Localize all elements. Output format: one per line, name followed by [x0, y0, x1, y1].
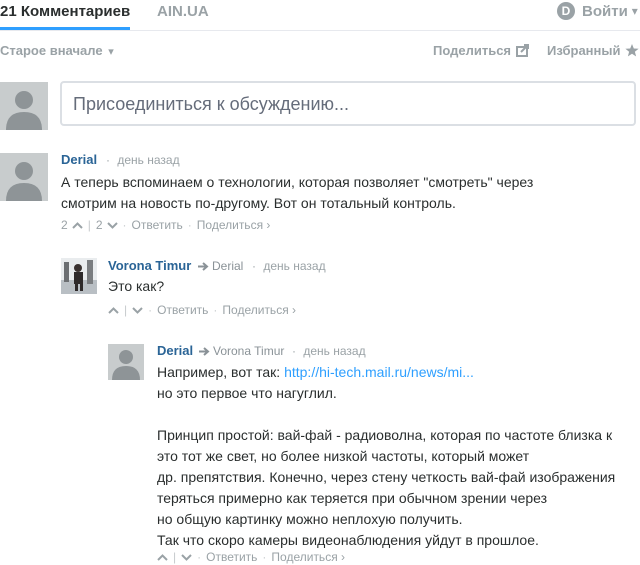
comment-input-placeholder: Присоединиться к обсуждению... [73, 94, 350, 114]
meta-separator: · [122, 218, 127, 232]
comment-author[interactable]: Vorona Timur [108, 258, 191, 273]
sort-dropdown[interactable]: Старое вначале ▾ [0, 43, 114, 58]
comment-line: смотрим на новость по-другому. Вот он то… [61, 195, 456, 211]
reply-button[interactable]: Ответить [132, 218, 183, 232]
comment-actions: 2 | 2 · Ответить · Поделиться › [61, 218, 270, 232]
disqus-logo-icon: D [557, 2, 575, 20]
upvote-icon[interactable] [157, 553, 168, 561]
favorite-button[interactable]: Избранный [547, 43, 640, 58]
downvote-icon[interactable] [132, 306, 143, 314]
comment-line: это тот же свет, но более низкой частоты… [157, 448, 530, 464]
comment-body: Это как? [108, 276, 164, 297]
upvote-icon [71, 221, 83, 229]
comment-line: но общую картинку можно неплохую получит… [157, 511, 463, 527]
reply-arrow-icon [198, 261, 209, 271]
comment-line: др. препятствия. Конечно, через стену че… [157, 469, 616, 485]
avatar [0, 82, 48, 130]
timestamp-text: день назад [117, 153, 180, 167]
link-prefix: Например, вот так: [157, 364, 285, 380]
comment-timestamp[interactable]: · день назад [252, 259, 326, 273]
meta-separator: · [292, 344, 296, 358]
chevron-down-icon: ▾ [108, 46, 114, 58]
comment-line: Например, вот так: http://hi-tech.mail.r… [157, 362, 615, 383]
chevron-down-icon: ▾ [631, 4, 638, 18]
downvote-icon [106, 221, 118, 229]
meta-separator: · [197, 550, 202, 564]
comment-timestamp[interactable]: · день назад [292, 344, 366, 358]
share-comment-button[interactable]: Поделиться › [197, 218, 271, 232]
comment-body: А теперь вспоминаем о технологии, котора… [61, 172, 533, 214]
avatar-photo[interactable] [61, 258, 97, 294]
meta-separator: · [213, 303, 218, 317]
meta-separator: · [106, 153, 110, 167]
upvote-button[interactable]: 2 [61, 218, 83, 232]
reply-arrow-icon [199, 346, 210, 356]
comment-actions: | · Ответить · Поделиться › [108, 303, 296, 317]
comment-line: А теперь вспоминаем о технологии, котора… [61, 174, 534, 190]
reply-button[interactable]: Ответить [206, 550, 257, 564]
meta-separator: · [262, 550, 267, 564]
comment-line: Принцип простой: вай-фай - радиоволна, к… [157, 427, 613, 443]
comment-line: теряться примерно как теряется при обычн… [157, 490, 548, 506]
share-comment-button[interactable]: Поделиться › [222, 303, 296, 317]
comment-line: Так что скоро камеры видеонаблюдения уйд… [157, 532, 539, 548]
reply-to-link[interactable]: Vorona Timur [199, 344, 284, 358]
comment-body: Например, вот так: http://hi-tech.mail.r… [157, 362, 615, 551]
vote-divider: | [124, 303, 128, 317]
reply-to-name: Derial [212, 259, 244, 273]
tab-site[interactable]: AIN.UA [157, 3, 209, 20]
login-label: Войти [582, 2, 628, 20]
comment-author[interactable]: Derial [61, 152, 97, 167]
tab-comments[interactable]: 21 Комментариев [0, 3, 130, 20]
share-comment-button[interactable]: Поделиться › [271, 550, 345, 564]
comment-line: Это как? [108, 278, 165, 294]
share-icon [516, 44, 530, 57]
timestamp-text: день назад [303, 344, 366, 358]
nav-divider [0, 30, 640, 31]
vote-divider: | [87, 218, 91, 232]
sort-label: Старое вначале [0, 43, 103, 58]
star-icon [625, 44, 640, 57]
downvote-icon[interactable] [181, 553, 192, 561]
comment-line: но это первое что нагуглил. [157, 385, 337, 401]
comment-timestamp[interactable]: · день назад [106, 153, 180, 167]
reply-button[interactable]: Ответить [157, 303, 208, 317]
comment-author[interactable]: Derial [157, 343, 193, 358]
comment-actions: | · Ответить · Поделиться › [157, 550, 345, 564]
avatar[interactable] [108, 344, 144, 380]
reply-to-link[interactable]: Derial [198, 259, 243, 273]
upvote-icon[interactable] [108, 306, 119, 314]
upvote-count: 2 [61, 218, 68, 232]
meta-separator: · [148, 303, 153, 317]
downvote-button[interactable]: 2 [96, 218, 118, 232]
vote-divider: | [173, 550, 177, 564]
comment-link[interactable]: http://hi-tech.mail.ru/news/mi... [284, 364, 474, 380]
timestamp-text: день назад [263, 259, 326, 273]
favorite-label: Избранный [547, 43, 621, 58]
downvote-count: 2 [95, 218, 103, 232]
share-thread-button[interactable]: Поделиться [433, 43, 530, 58]
meta-separator: · [252, 259, 256, 273]
avatar[interactable] [0, 153, 48, 201]
meta-separator: · [187, 218, 192, 232]
login-button[interactable]: D Войти ▾ [557, 2, 638, 20]
share-label: Поделиться [433, 43, 512, 58]
reply-to-name: Vorona Timur [213, 344, 285, 358]
